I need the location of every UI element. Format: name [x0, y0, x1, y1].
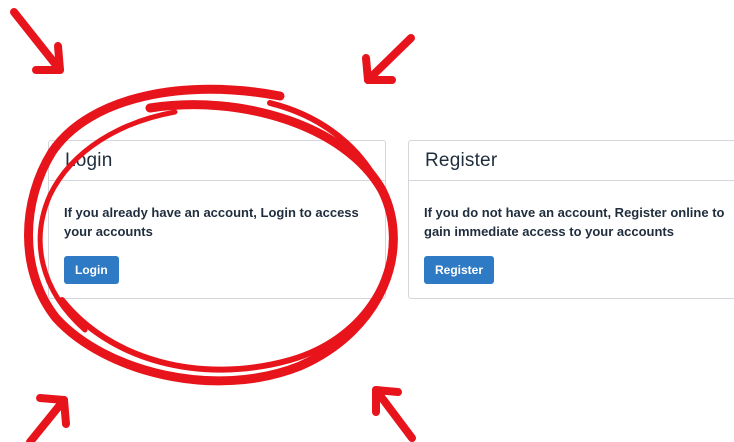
login-button[interactable]: Login — [64, 256, 119, 284]
login-card: Login If you already have an account, Lo… — [48, 140, 386, 299]
register-card: Register If you do not have an account, … — [408, 140, 734, 299]
arrow-icon — [10, 8, 64, 74]
register-card-description: If you do not have an account, Register … — [424, 205, 725, 239]
arrow-icon — [26, 394, 70, 442]
login-card-body: If you already have an account, Login to… — [49, 181, 385, 284]
register-card-body: If you do not have an account, Register … — [409, 181, 734, 284]
arrow-icon — [362, 34, 415, 84]
register-card-title: Register — [409, 141, 734, 181]
register-button[interactable]: Register — [424, 256, 495, 284]
arrow-icon — [372, 386, 416, 442]
login-card-description: If you already have an account, Login to… — [64, 205, 359, 239]
login-card-title: Login — [49, 141, 385, 181]
